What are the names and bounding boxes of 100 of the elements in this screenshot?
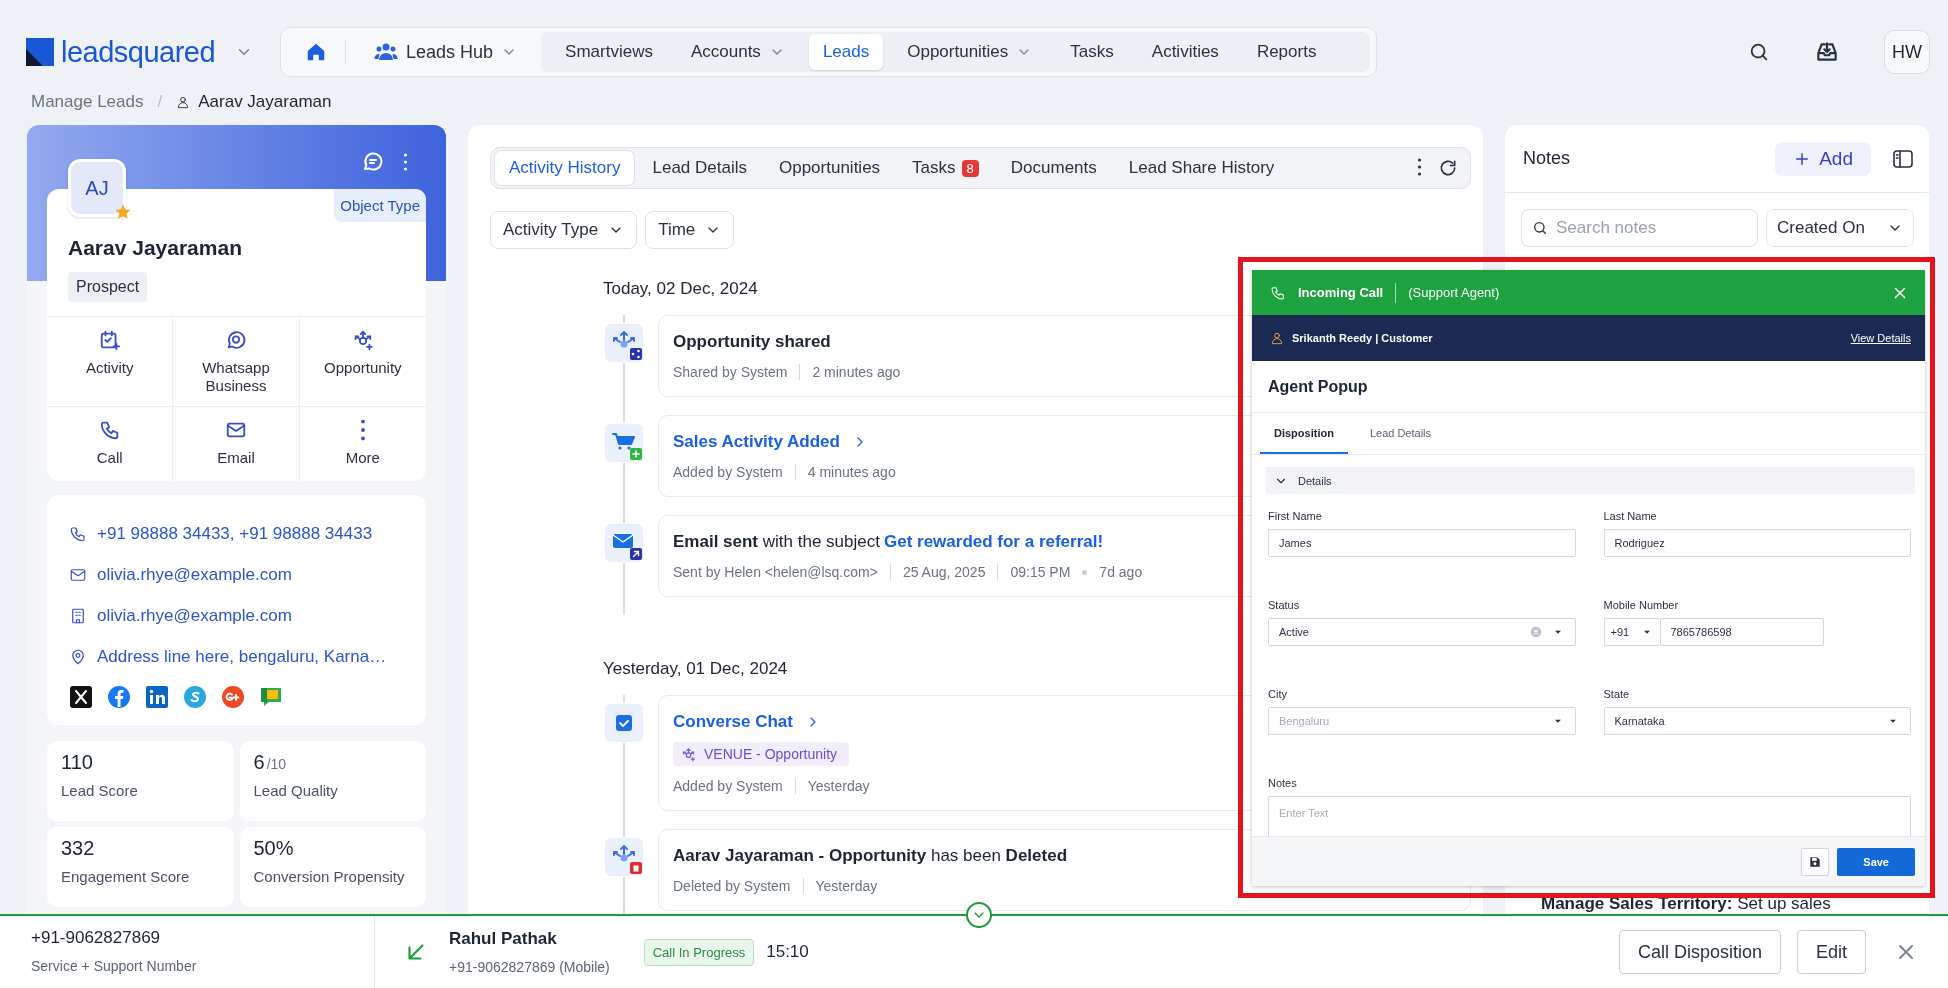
breadcrumb-item[interactable]: Manage Leads [31,91,144,112]
activity-meta: 7d ago [1099,564,1143,580]
field-label: State [1603,688,1631,700]
nav-tab[interactable]: Opportunities [893,34,1047,70]
metric-label: Lead Quality [253,782,339,799]
nav-tab[interactable]: Smartviews [551,34,667,70]
country-code-select[interactable]: +91 [1603,618,1660,646]
status-tag: Call In Progress [643,938,755,966]
date-heading: Yesterday, 01 Dec, 2024 [603,659,788,679]
activity-link[interactable]: Sales Activity Added [673,432,868,452]
tab[interactable]: Lead Share History [1114,151,1289,185]
popup-title: Agent Popup [1252,361,1925,413]
subject-link[interactable]: Get rewarded for a referral! [883,532,1104,552]
action-button[interactable]: Email [173,407,300,481]
field-label: Last Name [1603,510,1658,522]
activity-title: Email sent with the subject Get rewarded for a referral! [673,532,1104,552]
input-field[interactable]: 7865786598 [1659,618,1824,646]
activity-meta: Added by System [673,778,783,794]
save-button[interactable]: Save [1837,847,1915,876]
field-label: Notes [1268,777,1298,789]
activity-link[interactable]: Converse Chat [673,712,821,732]
filter-dropdown[interactable]: Time [645,211,735,249]
select-field[interactable]: Karnataka [1603,707,1911,735]
filter-dropdown[interactable]: Activity Type [490,211,638,249]
tab[interactable]: Lead Details [1355,413,1446,454]
service-number: +91-9062827869 [31,928,162,948]
field-label: Mobile Number [1603,599,1680,611]
select-field[interactable]: Active [1268,618,1576,646]
metric-value: 6 [253,751,265,774]
input-field[interactable]: James [1268,529,1576,557]
input-field[interactable]: Rodriguez [1603,529,1911,557]
activity-meta: Added by System [673,464,783,480]
nav-tab[interactable]: Leads [808,34,884,70]
call-title: Incoming Call [1298,285,1384,300]
metric-label: Engagement Score [61,868,191,885]
action-button[interactable]: Call [47,407,174,481]
call-role: (Support Agent) [1408,285,1500,300]
nav-tab[interactable]: Activities [1137,34,1233,70]
metric-label: Conversion Propensity [253,868,406,885]
metric-value: 110 [61,751,93,774]
contact-link[interactable]: olivia.rhye@example.com [97,564,292,585]
contact-link[interactable]: Address line here, bengaluru, Karna… [97,646,387,667]
contact-number: +91-9062827869 (Mobile) [449,959,610,975]
add-button[interactable]: Add [1775,141,1871,176]
nav-tab[interactable]: Accounts [676,34,799,70]
tab[interactable]: Opportunities [765,151,895,185]
stage-tag: Prospect [68,272,148,302]
text-area[interactable]: Enter Text [1268,796,1911,836]
date-heading: Today, 02 Dec, 2024 [603,279,758,299]
activity-meta: Deleted by System [673,878,791,894]
count-badge: 8 [961,159,979,177]
nav-tab[interactable]: Leads Hub [360,32,532,72]
tab[interactable]: Documents [996,151,1111,185]
action-button[interactable]: Call Disposition [1618,930,1781,974]
panel-title: Notes [1523,148,1571,169]
activity-meta: Yesterday [802,878,878,894]
activity-meta: 2 minutes ago [799,364,901,380]
contact-link[interactable]: olivia.rhye@example.com [97,605,292,626]
activity-meta: Sent by Helen <helen@lsq.com> [673,564,878,580]
user-avatar[interactable]: HW [1884,30,1930,74]
object-type-tag: Object Type [334,189,426,222]
metric-value: 50% [253,837,294,860]
action-button[interactable]: Opportunity [299,317,426,407]
action-button[interactable]: Activity [47,317,174,407]
tab[interactable]: Lead Details [638,151,761,185]
nav-tab[interactable]: Tasks [1056,34,1128,70]
contact-name: Rahul Pathak [449,929,558,949]
field-label: First Name [1268,510,1323,522]
action-button[interactable]: Edit [1796,930,1866,974]
tab[interactable]: Disposition [1260,413,1348,454]
nav-tab[interactable]: Reports [1242,34,1331,70]
action-button[interactable]: More [299,407,426,481]
tag-label: VENUE - Opportunity [704,746,838,762]
breadcrumb-item: Aarav Jayaraman [198,91,332,112]
activity-title: Opportunity shared [673,332,831,352]
view-details-link[interactable]: View Details [1850,332,1911,344]
search-field[interactable]: Search notes [1521,209,1758,247]
activity-meta: 4 minutes ago [794,464,896,480]
field-label: City [1268,688,1288,700]
breadcrumb-separator: / [157,91,163,112]
field-label: Status [1268,599,1301,611]
logo-text: leadsquared [61,35,216,69]
activity-meta: Shared by System [673,364,788,380]
action-button[interactable]: Whatsapp Business [173,317,300,407]
activity-title: Aarav Jayaraman - Opportunity has been Deleted [673,846,1068,866]
metric-label: Lead Score [61,782,139,799]
call-timer: 15:10 [766,942,809,962]
tab[interactable]: Activity History [495,151,635,185]
metric-scale: /10 [266,756,287,772]
lead-name: Aarav Jayaraman [67,235,243,260]
metric-value: 332 [61,837,95,860]
tab[interactable]: Tasks 8 [898,151,993,185]
activity-meta: 09:15 PM [997,564,1071,580]
lead-avatar: AJ [68,159,126,217]
sort-dropdown[interactable]: Created On [1766,209,1914,247]
activity-meta: 25 Aug, 2025 [889,564,986,580]
activity-meta: Yesterday [794,778,870,794]
section-header[interactable]: Details [1266,467,1915,494]
caller-name: Srikanth Reedy | Customer [1292,332,1433,344]
contact-link[interactable]: +91 98888 34433, +91 98888 34433 [97,523,373,544]
